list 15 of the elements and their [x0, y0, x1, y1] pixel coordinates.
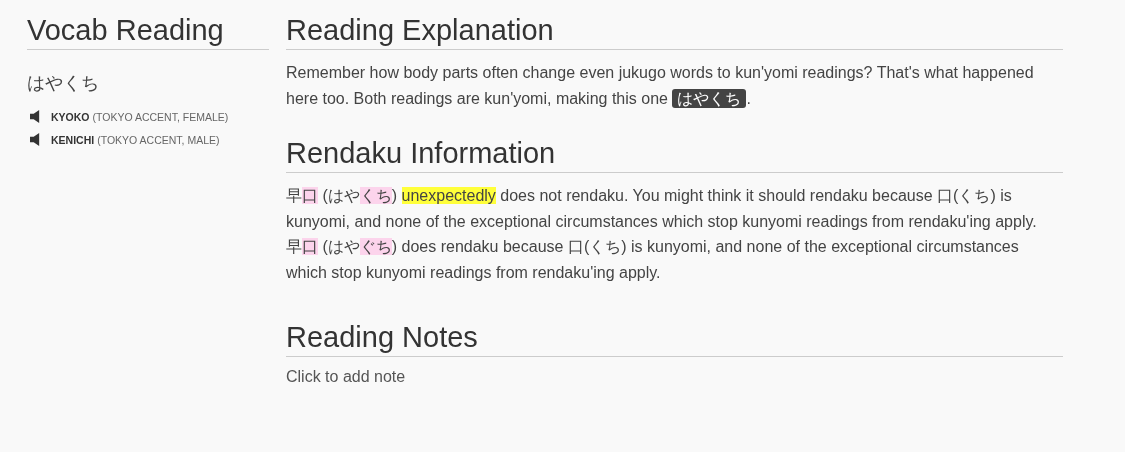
- speaker-icon[interactable]: [30, 133, 41, 146]
- add-note-link[interactable]: Click to add note: [286, 368, 406, 386]
- voice-detail: (TOKYO ACCENT, MALE): [97, 133, 220, 146]
- voice-detail: (TOKYO ACCENT, FEMALE): [92, 110, 229, 123]
- speaker-icon[interactable]: [30, 110, 41, 123]
- voice-name[interactable]: KENICHI: [51, 133, 95, 146]
- section-heading: Rendaku Information: [286, 133, 1063, 173]
- paragraph: 早口 (はや ぐち) does rendaku because 口(くち) is kunyomi, and none of the exceptional circumstances which stop kunyomi readings from rendaku'ing apply.: [286, 237, 1020, 283]
- voice-name[interactable]: KYOKO: [51, 110, 90, 123]
- sidebar-title: Vocab Reading: [27, 10, 269, 50]
- section-heading: Reading Notes: [286, 317, 1063, 357]
- paragraph: Remember how body parts often change even jukugo words to kun'yomi readings? That's what happened here too. Both readings are kun'yomi, making this one はやくち .: [286, 63, 1035, 110]
- paragraph: 早口 (はや くち) unexpectedly does not rendaku. You might think it should rendaku because 口(くち) is kunyomi, and none of the exceptional circumstances which stop kunyomi readings from rendaku'ing apply.: [286, 186, 1038, 232]
- vocab-reading: はやくち: [27, 72, 100, 95]
- section-heading: Reading Explanation: [286, 10, 1063, 50]
